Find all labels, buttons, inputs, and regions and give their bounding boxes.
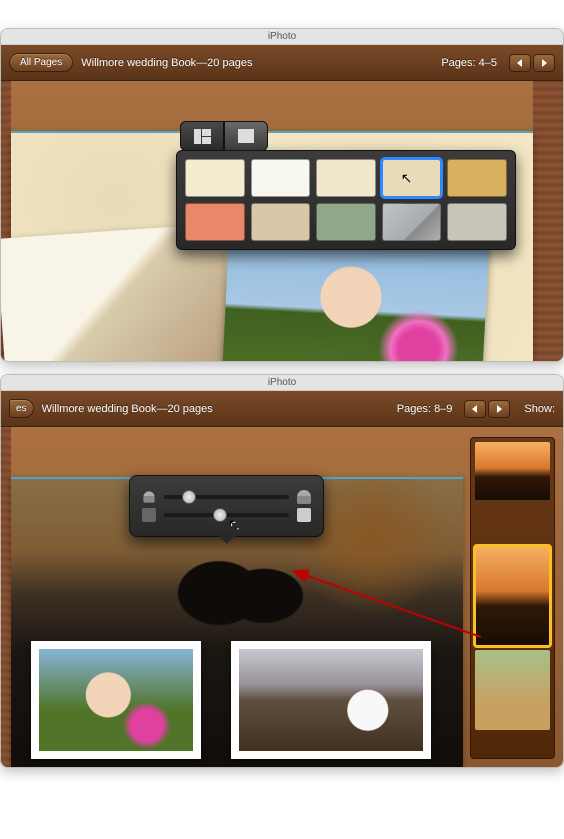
person-small-icon	[143, 491, 154, 502]
all-pages-button-partial[interactable]: es	[9, 399, 34, 418]
layout-menu-popover: ↖	[176, 121, 516, 250]
bw-slider-row	[142, 508, 311, 522]
window-panel-bottom: iPhoto es Willmore wedding Book—20 pages…	[0, 374, 564, 768]
page-nav-group	[464, 400, 510, 418]
app-title: iPhoto	[268, 31, 296, 42]
swatch-sage[interactable]	[316, 203, 376, 241]
book-canvas: ↖	[1, 427, 563, 767]
bw-light-icon	[297, 508, 311, 522]
layout-segment-group	[180, 121, 516, 151]
next-page-button[interactable]	[533, 54, 555, 72]
background-swatch-panel: ↖	[176, 150, 516, 250]
swatch-sand[interactable]	[251, 203, 311, 241]
swatch-slate[interactable]	[382, 203, 442, 241]
swatch-white[interactable]	[251, 159, 311, 197]
photo-videographer[interactable]	[231, 641, 431, 759]
layout-background-button[interactable]	[224, 121, 268, 151]
app-title: iPhoto	[268, 377, 296, 388]
bw-dark-icon	[142, 508, 156, 522]
prev-page-button[interactable]	[464, 400, 486, 418]
book-title: Willmore wedding Book—20 pages	[81, 57, 433, 69]
toolbar: es Willmore wedding Book—20 pages Pages:…	[1, 391, 563, 427]
bw-slider[interactable]	[164, 513, 289, 517]
thumbnail-picnic[interactable]	[475, 650, 550, 730]
person-large-icon	[297, 490, 311, 504]
window-title-bar: iPhoto	[1, 29, 563, 45]
book-canvas: ↖	[1, 81, 563, 361]
layout-bg-icon	[238, 129, 254, 143]
all-pages-button[interactable]: All Pages	[9, 53, 73, 72]
show-label: Show:	[524, 403, 555, 415]
annotation-arrow	[281, 557, 491, 647]
photo-adjust-popover: ↖	[129, 475, 324, 537]
zoom-slider[interactable]	[164, 495, 289, 499]
wood-edge-left	[1, 427, 11, 767]
prev-page-button[interactable]	[509, 54, 531, 72]
photo-bride-outdoor[interactable]	[31, 641, 201, 759]
layout-grid-button[interactable]	[180, 121, 224, 151]
thumbnail-sunset1[interactable]	[475, 442, 550, 500]
next-page-button[interactable]	[488, 400, 510, 418]
window-panel-top: iPhoto All Pages Willmore wedding Book—2…	[0, 28, 564, 362]
left-arrow-icon	[471, 405, 479, 413]
swatch-tan[interactable]: ↖	[382, 159, 442, 197]
page-nav-group	[509, 54, 555, 72]
zoom-slider-row	[142, 490, 311, 504]
pages-label: Pages: 8–9	[397, 403, 453, 415]
swatch-gold[interactable]	[447, 159, 507, 197]
pages-label: Pages: 4–5	[441, 57, 497, 69]
left-arrow-icon	[516, 59, 524, 67]
cursor-pointer-icon: ↖	[401, 170, 413, 187]
book-title: Willmore wedding Book—20 pages	[42, 403, 389, 415]
zoom-slider-thumb[interactable]	[182, 490, 196, 504]
swatch-grey[interactable]	[447, 203, 507, 241]
right-arrow-icon	[495, 405, 503, 413]
toolbar: All Pages Willmore wedding Book—20 pages…	[1, 45, 563, 81]
window-title-bar: iPhoto	[1, 375, 563, 391]
swatch-coral[interactable]	[185, 203, 245, 241]
swatch-cream[interactable]	[185, 159, 245, 197]
bw-slider-thumb[interactable]	[213, 508, 227, 522]
right-arrow-icon	[540, 59, 548, 67]
swatch-ivory[interactable]	[316, 159, 376, 197]
layout-grid-icon	[194, 129, 211, 144]
wood-edge-right	[533, 81, 563, 361]
